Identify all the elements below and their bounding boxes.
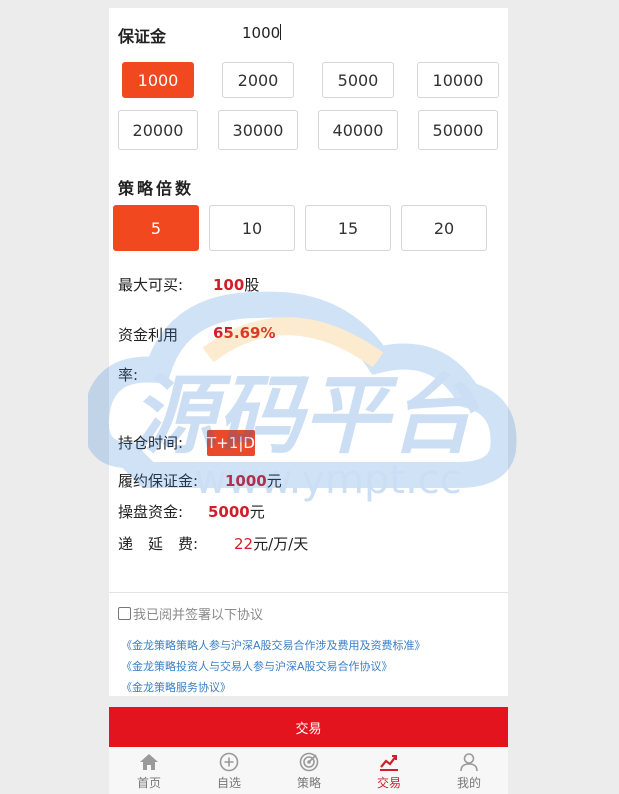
deposit-option-1000[interactable]: 1000	[122, 62, 194, 98]
performance-deposit-value: 1000元	[225, 472, 282, 490]
deposit-input[interactable]: 1000	[242, 24, 282, 42]
agreement-link-fees[interactable]: 《金龙策略策略人参与沪深A股交易合作涉及费用及资费标准》	[121, 637, 426, 653]
multiplier-option-5[interactable]: 5	[113, 205, 199, 251]
trading-capital-label: 操盘资金:	[118, 503, 184, 521]
deposit-option-5000[interactable]: 5000	[322, 62, 394, 98]
tab-mine[interactable]: 我的	[429, 747, 509, 794]
agreement-link-service[interactable]: 《金龙策略服务协议》	[121, 679, 231, 695]
multiplier-option-20[interactable]: 20	[401, 205, 487, 251]
deposit-option-40000[interactable]: 40000	[318, 110, 398, 150]
agreement-checkbox-row[interactable]: 我已阅并签署以下协议	[118, 604, 263, 623]
deposit-option-2000[interactable]: 2000	[222, 62, 294, 98]
utilization-label-line2: 率:	[118, 366, 139, 384]
deferral-fee-value: 22元/万/天	[234, 535, 309, 553]
tab-strategy[interactable]: 策略	[269, 747, 349, 794]
deposit-label: 保证金	[118, 27, 167, 46]
holding-period-label: 持仓时间:	[118, 434, 184, 452]
trade-form-panel: 保证金 1000 1000 2000 5000 10000 20000 3000…	[109, 8, 508, 696]
deferral-fee-label: 递 延 费:	[118, 535, 199, 553]
multiplier-option-10[interactable]: 10	[209, 205, 295, 251]
holding-period-badge: T+1|D	[207, 430, 255, 456]
tab-home[interactable]: 首页	[109, 747, 189, 794]
agreement-checkbox-label: 我已阅并签署以下协议	[133, 608, 264, 623]
bottom-tab-bar: 首页 自选 策略 交易 我的	[109, 747, 508, 794]
deposit-option-10000[interactable]: 10000	[417, 62, 499, 98]
trade-button[interactable]: 交易	[109, 707, 508, 747]
home-icon	[140, 754, 158, 770]
plus-circle-icon	[219, 752, 239, 772]
tab-trade[interactable]: 交易	[349, 747, 429, 794]
max-buy-value: 100股	[213, 276, 260, 294]
utilization-value: 65.69%	[213, 324, 276, 342]
deposit-option-50000[interactable]: 50000	[418, 110, 498, 150]
trend-chart-icon	[380, 755, 398, 771]
max-buy-label: 最大可买:	[118, 276, 184, 294]
deposit-option-20000[interactable]: 20000	[118, 110, 198, 150]
utilization-label-line1: 资金利用	[118, 326, 179, 344]
deposit-option-30000[interactable]: 30000	[218, 110, 298, 150]
performance-deposit-label: 履约保证金:	[118, 472, 199, 490]
tab-watchlist[interactable]: 自选	[189, 747, 269, 794]
trading-capital-value: 5000元	[208, 503, 265, 521]
agreement-link-cooperation[interactable]: 《金龙策略投资人与交易人参与沪深A股交易合作协议》	[121, 658, 393, 674]
user-icon	[460, 753, 478, 772]
text-caret	[280, 24, 282, 40]
agreement-checkbox[interactable]	[118, 607, 131, 620]
target-icon	[299, 752, 319, 772]
multiplier-option-15[interactable]: 15	[305, 205, 391, 251]
multiplier-label: 策略倍数	[118, 179, 195, 198]
divider	[109, 592, 508, 593]
